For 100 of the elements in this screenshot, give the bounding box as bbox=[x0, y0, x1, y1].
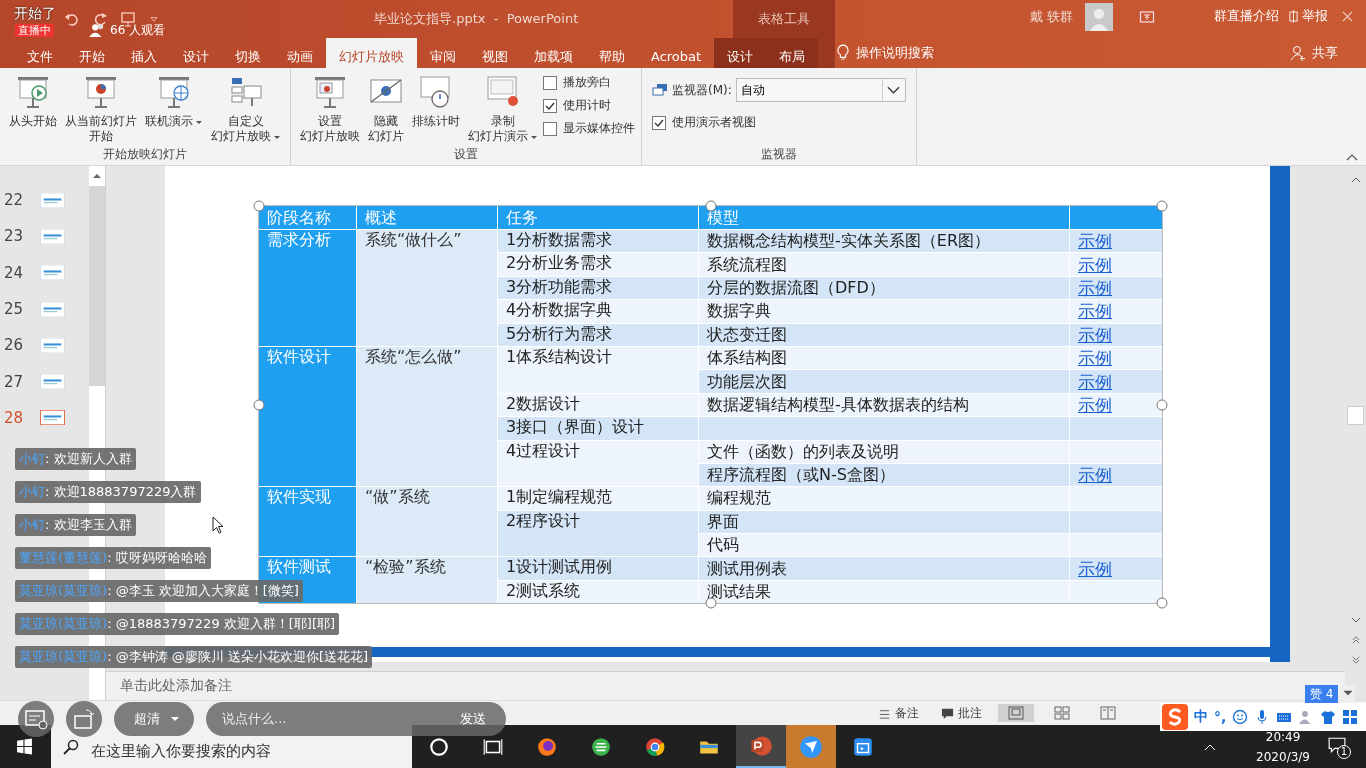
example-link[interactable]: 示例 bbox=[1078, 371, 1112, 392]
quality-selector[interactable]: 超清 bbox=[114, 702, 194, 736]
ribbon-button[interactable]: 设置 幻灯片放映 bbox=[297, 72, 363, 146]
table-cell: 分层的数据流图（DFD） bbox=[699, 276, 1069, 300]
table-cell: “做”系统 bbox=[357, 487, 497, 557]
ribbon-tab[interactable]: 视图 bbox=[469, 38, 521, 68]
punctuation-mode-indicator[interactable]: °, bbox=[1214, 709, 1227, 725]
example-link[interactable]: 示例 bbox=[1078, 277, 1112, 298]
table-cell: 4过程设计 bbox=[498, 440, 698, 487]
ribbon-button[interactable]: 排练计时 bbox=[409, 72, 463, 146]
table-cell: 程序流程图（或N-S盒图） bbox=[699, 463, 1069, 487]
ribbon-tab[interactable]: 审阅 bbox=[417, 38, 469, 68]
slide-number: 23 bbox=[4, 227, 25, 246]
table-cell: 代码 bbox=[699, 534, 1069, 557]
table-header-cell: 概述 bbox=[357, 206, 497, 229]
example-link[interactable]: 示例 bbox=[1078, 254, 1112, 275]
chat-message: 小钉: 欢迎李玉入群 bbox=[15, 514, 136, 536]
table-cell: 编程规范 bbox=[699, 487, 1069, 510]
group-label: 设置 bbox=[453, 146, 479, 163]
chat-message: 小钉: 欢迎新人入群 bbox=[15, 448, 136, 470]
table-cell: 3接口（界面）设计 bbox=[498, 417, 698, 440]
window-title: 毕业论文指导.pptx - PowerPoint bbox=[374, 10, 579, 28]
comments-button[interactable]: 批注 bbox=[935, 703, 988, 723]
notes-button[interactable]: 备注 bbox=[872, 703, 925, 723]
table-cell: 数据字典 bbox=[699, 300, 1069, 323]
ribbon-button[interactable]: 从当前幻灯片 开始 bbox=[62, 72, 140, 146]
ribbon-tab[interactable]: 布局 bbox=[766, 38, 819, 68]
clock[interactable]: 20:49 2020/3/9 bbox=[1256, 729, 1310, 764]
viewer-count: 66 人观看 bbox=[110, 23, 166, 37]
table-cell: 3分析功能需求 bbox=[498, 276, 698, 300]
example-link[interactable]: 示例 bbox=[1078, 301, 1112, 322]
table-cell: 数据逻辑结构模型-具体数据表的结构 bbox=[699, 393, 1069, 417]
table-cell: 体系结构图 bbox=[699, 346, 1069, 370]
table-cell: 需求分析 bbox=[259, 230, 356, 346]
example-link[interactable]: 示例 bbox=[1078, 465, 1112, 486]
example-link[interactable]: 示例 bbox=[1078, 394, 1112, 415]
ribbon-tab[interactable]: 切换 bbox=[222, 38, 274, 68]
ribbon-tab[interactable]: 插入 bbox=[118, 38, 170, 68]
ribbon-tab[interactable]: 文件 bbox=[14, 38, 66, 68]
stream-title: 开始了 bbox=[14, 5, 56, 23]
slide-number: 24 bbox=[4, 263, 25, 282]
table-cell: 2测试系统 bbox=[498, 580, 698, 604]
checkbox-option[interactable]: 使用计时 bbox=[543, 97, 635, 114]
table-cell: 1制定编程规范 bbox=[498, 487, 698, 510]
group-live-intro-link[interactable]: 群直播介绍 bbox=[1214, 7, 1279, 25]
example-link[interactable]: 示例 bbox=[1078, 324, 1112, 345]
table-cell: 1设计测试用例 bbox=[498, 557, 698, 580]
table-cell: “检验”系统 bbox=[357, 557, 497, 604]
ribbon-tab[interactable]: 设计 bbox=[714, 38, 767, 68]
ribbon-tab[interactable]: 帮助 bbox=[586, 38, 638, 68]
checkbox-option[interactable]: 使用演示者视图 bbox=[652, 114, 906, 131]
tell-me-search[interactable]: 操作说明搜索 bbox=[850, 44, 941, 62]
ribbon-tab[interactable]: 设计 bbox=[170, 38, 222, 68]
ribbon-button[interactable]: 录制 幻灯片演示 bbox=[465, 72, 541, 146]
ribbon-button[interactable]: 自定义 幻灯片放映 bbox=[208, 72, 284, 146]
share-button[interactable]: 共享 bbox=[1284, 43, 1344, 63]
slide-number: 28 bbox=[4, 408, 25, 427]
table-cell: 系统“怎么做” bbox=[357, 346, 497, 487]
ribbon-tab[interactable]: 开始 bbox=[66, 38, 118, 68]
example-link[interactable]: 示例 bbox=[1078, 558, 1112, 579]
table-cell: 功能层次图 bbox=[699, 370, 1069, 393]
notes-placeholder[interactable]: 单击此处添加备注 bbox=[120, 677, 232, 695]
group-label: 开始放映幻灯片 bbox=[102, 146, 188, 163]
example-link[interactable]: 示例 bbox=[1078, 348, 1112, 369]
comment-field[interactable]: 说点什么... 发送 bbox=[206, 702, 506, 736]
ribbon-button[interactable]: 从头开始 bbox=[6, 72, 60, 146]
monitor-dropdown[interactable]: 自动 bbox=[735, 78, 906, 102]
live-badge: 直播中 bbox=[15, 24, 54, 37]
table-cell: 软件设计 bbox=[259, 346, 356, 487]
input-mode-indicator[interactable]: 中 bbox=[1194, 708, 1208, 726]
table-cell: 状态变迁图 bbox=[699, 323, 1069, 346]
slide-number: 26 bbox=[4, 336, 25, 355]
notification-button[interactable]: 1 bbox=[1328, 736, 1352, 757]
table-cell: 2分析业务需求 bbox=[498, 253, 698, 276]
group-label: 监视器 bbox=[759, 146, 798, 163]
ribbon-button[interactable]: 联机演示 bbox=[142, 72, 206, 146]
ribbon-tab[interactable]: 加载项 bbox=[521, 38, 586, 68]
ribbon-tab[interactable]: Acrobat bbox=[638, 38, 715, 68]
slide-number: 22 bbox=[4, 191, 25, 210]
ribbon-tab[interactable]: 幻灯片放映 bbox=[326, 38, 417, 68]
report-link[interactable]: 举报 bbox=[1302, 7, 1328, 25]
table-header-cell: 模型 bbox=[699, 206, 1069, 229]
ribbon-tab[interactable]: 动画 bbox=[274, 38, 326, 68]
chat-message: 莫亚琼(莫亚琼): @18883797229 欢迎入群！[耶][耶] bbox=[15, 613, 340, 635]
ribbon-button[interactable]: 隐藏 幻灯片 bbox=[365, 72, 407, 146]
monitor-label: 监视器(M): bbox=[672, 81, 732, 99]
table-cell: 1分析数据需求 bbox=[498, 230, 698, 253]
table-cell: 测试用例表 bbox=[699, 557, 1069, 580]
table-cell: 界面 bbox=[699, 510, 1069, 534]
table-cell: 软件实现 bbox=[259, 487, 356, 557]
table-header-cell: 任务 bbox=[498, 206, 698, 229]
slide-number: 25 bbox=[4, 300, 25, 319]
table-cell: 文件（函数）的列表及说明 bbox=[699, 440, 1069, 463]
checkbox-option[interactable]: 显示媒体控件 bbox=[543, 120, 635, 137]
table-header-cell: 阶段名称 bbox=[259, 206, 356, 229]
table-cell: 测试结果 bbox=[699, 580, 1069, 604]
example-link[interactable]: 示例 bbox=[1078, 231, 1112, 252]
checkbox-option[interactable]: 播放旁白 bbox=[543, 74, 635, 91]
send-button[interactable]: 发送 bbox=[454, 709, 492, 729]
user-name[interactable]: 戴 轶群 bbox=[1030, 8, 1074, 26]
